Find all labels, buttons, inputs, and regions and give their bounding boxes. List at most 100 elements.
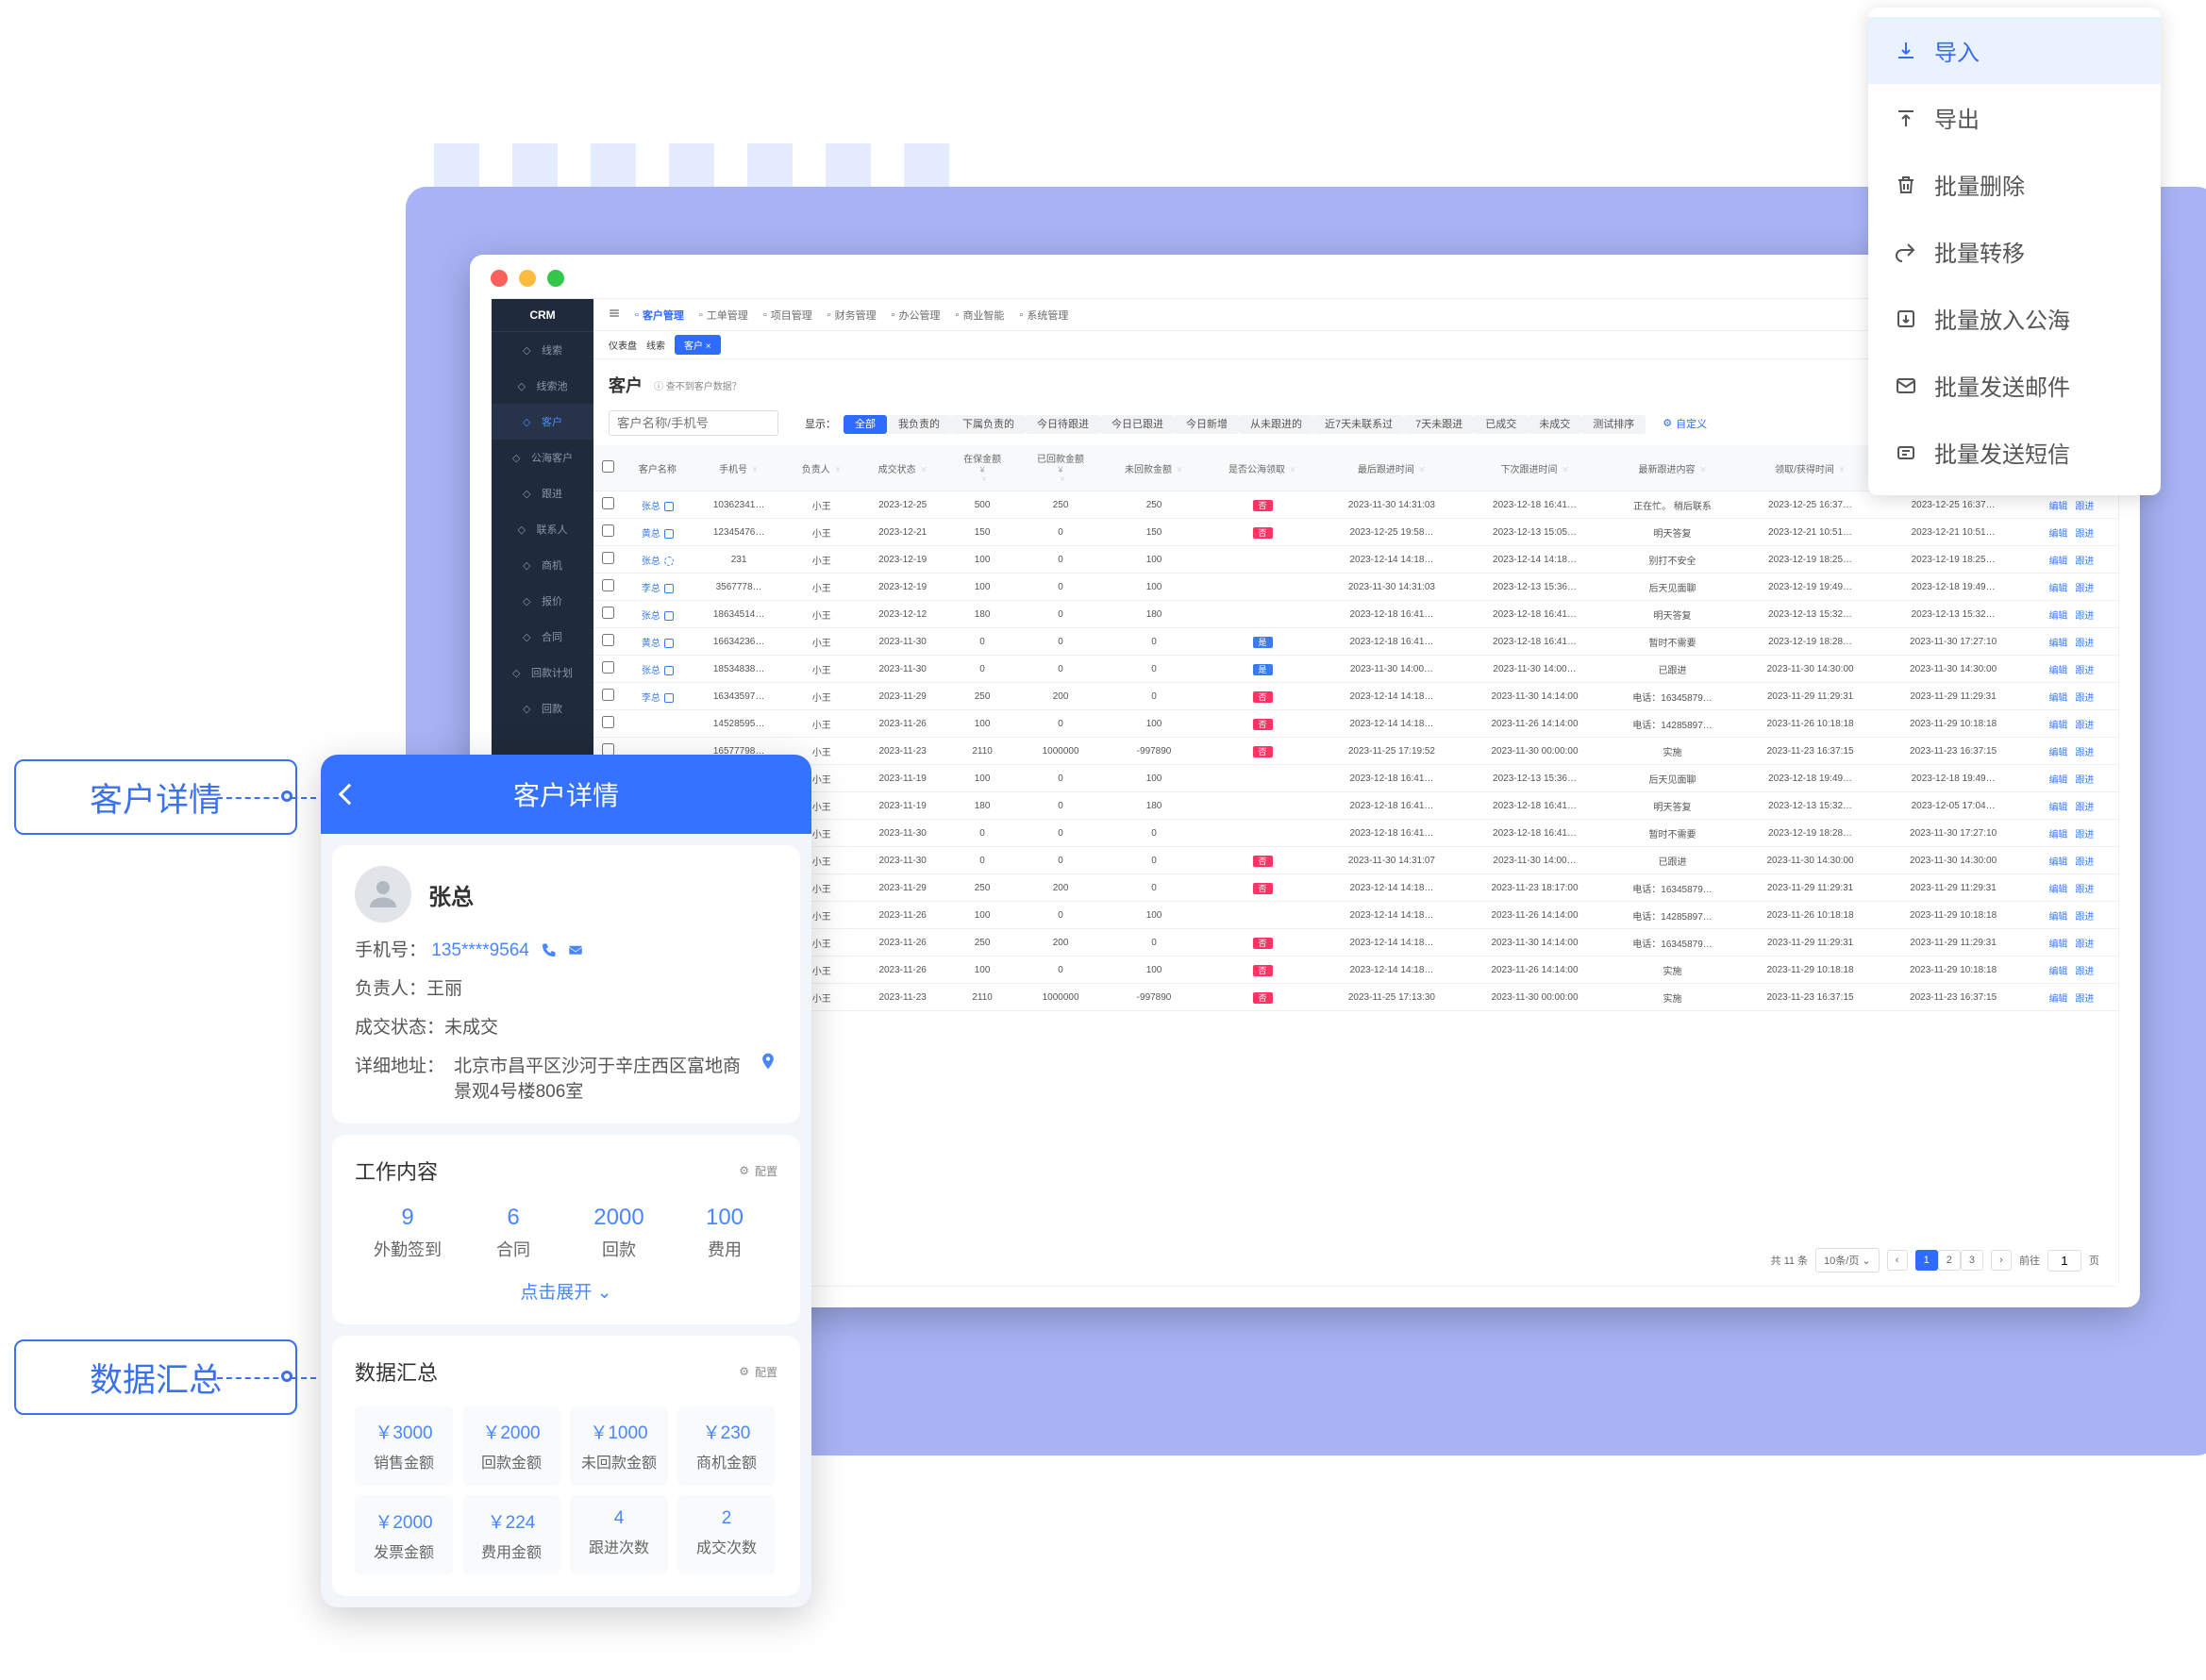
customer-name-cell[interactable]: 黄总 — [622, 519, 694, 546]
follow-link[interactable]: 跟进 — [2075, 748, 2094, 758]
edit-link[interactable]: 编辑 — [2048, 748, 2067, 758]
sidebar-item-10[interactable]: ◇回款 — [492, 690, 593, 726]
dropdown-item-1[interactable]: 导出 — [1868, 84, 2161, 151]
table-row[interactable]: 张总231小王2023-12-1910001002023-12-14 14:18… — [593, 546, 2118, 574]
edit-link[interactable]: 编辑 — [2048, 857, 2067, 868]
column-header[interactable]: 最后跟进时间 — [1320, 445, 1463, 491]
sidebar-item-0[interactable]: ◇线索 — [492, 332, 593, 368]
row-checkbox[interactable] — [602, 689, 614, 701]
follow-link[interactable]: 跟进 — [2075, 502, 2094, 512]
page-number-button[interactable]: 1 — [1915, 1250, 1938, 1271]
table-row[interactable]: 14528595…小王2023-11-2321101000000-997890否… — [593, 984, 2118, 1011]
summary-item[interactable]: ￥224费用金额 — [462, 1495, 560, 1575]
page-number-button[interactable]: 3 — [1961, 1250, 1983, 1271]
call-icon[interactable] — [540, 942, 557, 959]
dropdown-item-4[interactable]: 批量放入公海 — [1868, 285, 2161, 352]
table-row[interactable]: 16343597…小王2023-11-292502000否2023-12-14 … — [593, 874, 2118, 902]
copy-icon[interactable] — [664, 693, 674, 703]
dropdown-item-2[interactable]: 批量删除 — [1868, 151, 2161, 218]
customer-name-cell[interactable]: 张总 — [622, 546, 694, 574]
topnav-item-3[interactable]: ▫财务管理 — [827, 308, 877, 323]
column-header[interactable]: 成交状态 — [859, 445, 946, 491]
table-row[interactable]: 35673492…小王2023-11-1910001002023-12-18 1… — [593, 765, 2118, 792]
copy-icon[interactable] — [664, 639, 674, 648]
edit-link[interactable]: 编辑 — [2048, 693, 2067, 704]
copy-icon[interactable] — [664, 584, 674, 593]
table-row[interactable]: 张总18634514…小王2023-12-1218001802023-12-18… — [593, 601, 2118, 628]
close-icon[interactable] — [491, 270, 508, 287]
table-row[interactable]: 张总18534838…小王2023-11-30000是2023-11-30 14… — [593, 656, 2118, 683]
column-header[interactable]: 已回款金额¥ — [1018, 445, 1103, 491]
page-size-select[interactable]: 10条/页 ⌄ — [1815, 1248, 1880, 1272]
filter-chip-2[interactable]: 下属负责的 — [951, 415, 1026, 434]
follow-link[interactable]: 跟进 — [2075, 912, 2094, 923]
topnav-item-2[interactable]: ▫项目管理 — [763, 308, 812, 323]
custom-filter-button[interactable]: ⚙自定义 — [1663, 416, 1707, 431]
summary-item[interactable]: 2成交次数 — [677, 1495, 776, 1575]
column-header[interactable]: 领取/获得时间 — [1739, 445, 1882, 491]
summary-item[interactable]: ￥3000销售金额 — [355, 1406, 453, 1486]
topnav-item-4[interactable]: ▫办公管理 — [892, 308, 941, 323]
work-config-button[interactable]: ⚙配置 — [739, 1163, 777, 1179]
maximize-icon[interactable] — [547, 270, 564, 287]
customer-name-cell[interactable]: 张总 — [622, 601, 694, 628]
sidebar-item-9[interactable]: ◇回款计划 — [492, 655, 593, 690]
edit-link[interactable]: 编辑 — [2048, 529, 2067, 540]
row-checkbox[interactable] — [602, 497, 614, 509]
table-row[interactable]: 李总16343597…小王2023-11-292502000否2023-12-1… — [593, 683, 2118, 710]
table-row[interactable]: 16577798…小王2023-11-2321101000000-997890否… — [593, 738, 2118, 765]
customer-name-cell[interactable]: 李总 — [622, 683, 694, 710]
work-stat-item[interactable]: 100费用 — [672, 1205, 777, 1261]
sidebar-item-7[interactable]: ◇报价 — [492, 583, 593, 619]
sidebar-item-3[interactable]: ◇公海客户 — [492, 440, 593, 475]
sms-icon[interactable] — [567, 942, 584, 959]
sidebar-item-1[interactable]: ◇线索池 — [492, 368, 593, 404]
column-header[interactable]: 下次跟进时间 — [1463, 445, 1607, 491]
row-checkbox[interactable] — [602, 579, 614, 591]
column-header[interactable]: 最新跟进内容 — [1606, 445, 1738, 491]
edit-link[interactable]: 编辑 — [2048, 584, 2067, 594]
breadcrumb-leads[interactable]: 线索 — [646, 338, 665, 352]
customer-name-cell[interactable]: 黄总 — [622, 628, 694, 656]
page-prev-button[interactable]: ‹ — [1887, 1250, 1908, 1271]
copy-icon[interactable] — [664, 502, 674, 511]
sidebar-item-2[interactable]: ◇客户 — [492, 404, 593, 440]
filter-chip-10[interactable]: 未成交 — [1528, 415, 1581, 434]
filter-chip-11[interactable]: 测试排序 — [1581, 415, 1646, 434]
follow-link[interactable]: 跟进 — [2075, 584, 2094, 594]
follow-link[interactable]: 跟进 — [2075, 994, 2094, 1005]
summary-item[interactable]: ￥230商机金额 — [677, 1406, 776, 1486]
filter-chip-4[interactable]: 今日已跟进 — [1100, 415, 1175, 434]
edit-link[interactable]: 编辑 — [2048, 885, 2067, 895]
filter-chip-5[interactable]: 今日新增 — [1175, 415, 1239, 434]
edit-link[interactable]: 编辑 — [2048, 721, 2067, 731]
location-icon[interactable] — [759, 1052, 777, 1071]
table-row[interactable]: 18530120…小王2023-11-1918001802023-12-18 1… — [593, 792, 2118, 820]
summary-item[interactable]: ￥2000发票金额 — [355, 1495, 453, 1575]
work-stat-item[interactable]: 6合同 — [460, 1205, 566, 1261]
table-row[interactable]: 16634236…小王2023-11-300002023-12-18 16:41… — [593, 820, 2118, 847]
topnav-item-0[interactable]: ▫客户管理 — [635, 308, 684, 323]
table-row[interactable]: 16343897…小王2023-11-262502000否2023-12-14 … — [593, 929, 2118, 956]
edit-link[interactable]: 编辑 — [2048, 611, 2067, 622]
filter-chip-8[interactable]: 7天未跟进 — [1404, 415, 1474, 434]
select-all-checkbox[interactable] — [602, 460, 614, 473]
follow-link[interactable]: 跟进 — [2075, 529, 2094, 540]
page-number-button[interactable]: 2 — [1938, 1250, 1961, 1271]
copy-icon[interactable] — [664, 666, 674, 675]
column-header[interactable]: 负责人 — [784, 445, 859, 491]
summary-item[interactable]: ￥1000未回款金额 — [570, 1406, 668, 1486]
row-checkbox[interactable] — [602, 552, 614, 564]
filter-chip-0[interactable]: 全部 — [844, 415, 887, 434]
page-next-button[interactable]: › — [1991, 1250, 2012, 1271]
sidebar-item-5[interactable]: ◇联系人 — [492, 511, 593, 547]
sidebar-item-4[interactable]: ◇跟进 — [492, 475, 593, 511]
column-header[interactable]: 未回款金额 — [1103, 445, 1205, 491]
summary-config-button[interactable]: ⚙配置 — [739, 1364, 777, 1380]
expand-button[interactable]: 点击展开 ⌄ — [355, 1278, 777, 1304]
breadcrumb-customer[interactable]: 客户 × — [675, 335, 721, 355]
follow-link[interactable]: 跟进 — [2075, 885, 2094, 895]
row-checkbox[interactable] — [602, 524, 614, 537]
topnav-item-6[interactable]: ▫系统管理 — [1019, 308, 1068, 323]
customer-name-cell[interactable]: 李总 — [622, 574, 694, 601]
